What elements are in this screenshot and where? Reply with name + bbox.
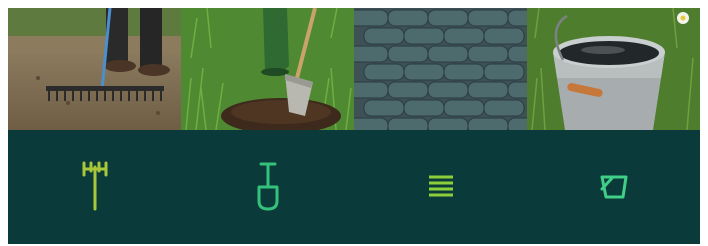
water-bucket-photo (527, 8, 700, 130)
rake-tile[interactable] (8, 130, 181, 244)
panel-shovel[interactable] (181, 8, 354, 244)
shovel-tile[interactable] (181, 130, 354, 244)
stacked-bags-icon (428, 175, 453, 197)
digging-spade-photo (181, 8, 354, 130)
panel-bags[interactable] (354, 8, 527, 244)
bucket-icon (600, 175, 627, 199)
raking-soil-photo (8, 8, 181, 130)
panel-rake[interactable] (8, 8, 181, 244)
bucket-tile[interactable] (527, 130, 700, 244)
shovel-icon (257, 162, 278, 211)
panel-bucket[interactable] (527, 8, 700, 244)
gardening-tools-strip (8, 8, 700, 244)
bags-tile[interactable] (354, 130, 527, 244)
rake-icon (82, 161, 107, 211)
compost-bags-photo (354, 8, 527, 130)
